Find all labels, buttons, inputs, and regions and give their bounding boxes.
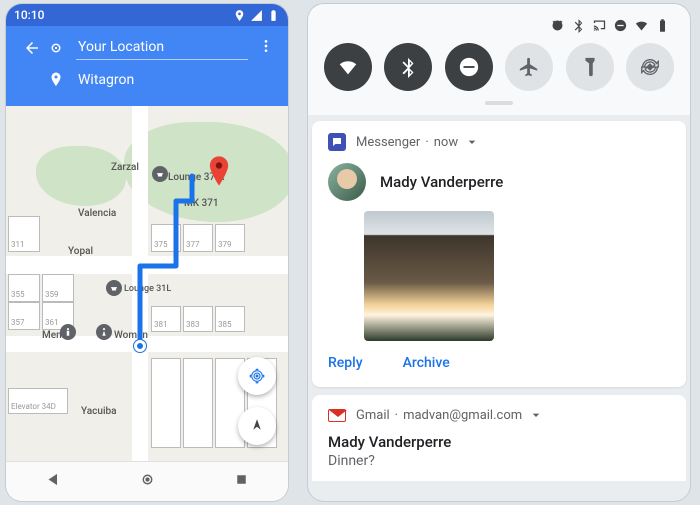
lounge-icon-2 [152,166,168,182]
wifi-status-icon [634,18,649,33]
nav-recent-button[interactable] [233,471,250,492]
alarm-icon [550,18,565,33]
app-name: Messenger [356,135,420,150]
room [151,358,181,448]
notification-header[interactable]: Gmail · madvan@gmail.com [328,407,670,423]
label-mk371: MK 371 [184,198,219,209]
overflow-button[interactable] [258,38,274,58]
location-icon [233,9,246,22]
qs-wifi-tile[interactable] [324,43,372,91]
battery-status-icon [655,18,670,33]
sender-avatar [328,163,366,201]
room: 311 [8,216,40,252]
back-button[interactable] [20,39,44,57]
destination-icon [44,71,68,89]
destination-input[interactable]: Witagron [76,68,274,92]
origin-icon [44,39,68,57]
qs-airplane-tile[interactable] [505,43,553,91]
room: 355 [8,274,40,302]
room: 381 [151,306,181,332]
email-sender: Mady Vanderperre [328,433,670,451]
status-time: 10:10 [14,8,44,22]
dnd-status-icon [613,18,628,33]
reply-action[interactable]: Reply [328,355,363,371]
origin-input[interactable]: Your Location [76,36,248,60]
bluetooth-status-icon [571,18,586,33]
status-bar: 10:10 [6,4,288,26]
notification-time: now [434,135,458,150]
status-icons [318,18,680,43]
gmail-notification[interactable]: Gmail · madvan@gmail.com Mady Vanderperr… [312,395,686,481]
my-location-button[interactable] [238,357,276,395]
expand-icon[interactable] [528,407,544,423]
destination-pin[interactable] [208,156,230,186]
archive-action[interactable]: Archive [403,355,450,371]
email-preview: Dinner? [328,453,670,469]
room: 385 [215,306,245,332]
notification-header[interactable]: Messenger · now [328,133,670,151]
qs-dnd-tile[interactable] [445,43,493,91]
label-women: Women [114,330,148,341]
room: 383 [183,306,213,332]
current-location-dot [134,340,146,352]
account-email: madvan@gmail.com [403,408,522,423]
qs-rotate-tile[interactable] [626,43,674,91]
qs-drag-handle[interactable] [485,101,513,105]
gmail-app-icon [328,409,346,422]
battery-icon [267,9,280,22]
message-image-thumbnail[interactable] [364,211,494,341]
messenger-app-icon [328,133,346,151]
room: 357 [8,302,40,330]
maps-phone: 10:10 Your Location Witagron 311 355 3 [6,4,288,501]
compass-button[interactable] [238,407,276,445]
sender-name: Mady Vanderperre [380,173,503,191]
label-valencia: Valencia [78,208,116,219]
map-canvas[interactable]: 311 355 357 359 361 381 383 385 375 377 … [6,106,288,461]
expand-icon[interactable] [464,134,480,150]
label-yacuiba: Yacuiba [81,406,117,417]
room [183,358,213,448]
notifications-phone: Messenger · now Mady Vanderperre Reply A… [308,4,690,501]
label-yopal: Yopal [68,246,93,257]
restroom-men-icon [60,324,76,340]
qs-flashlight-tile[interactable] [566,43,614,91]
android-nav-bar [6,461,288,501]
cast-icon [592,18,607,33]
room: 375 [151,224,181,252]
messenger-notification[interactable]: Messenger · now Mady Vanderperre Reply A… [312,121,686,387]
nav-back-button[interactable] [45,471,62,492]
label-lounge31l: Lounge 31L [124,284,171,294]
nav-home-button[interactable] [139,471,156,492]
quick-settings-panel [308,4,690,115]
room: 379 [215,224,245,252]
qs-bluetooth-tile[interactable] [384,43,432,91]
lounge-icon [106,280,122,296]
room-elevator: Elevator 34D [8,388,68,414]
label-men: Men [42,330,62,341]
restroom-women-icon [96,324,112,340]
app-name: Gmail [356,408,390,423]
directions-header: Your Location Witagron [6,26,288,106]
room: 377 [183,224,213,252]
room: 359 [42,274,74,302]
signal-icon [250,9,263,22]
label-zarzal: Zarzal [111,162,139,173]
